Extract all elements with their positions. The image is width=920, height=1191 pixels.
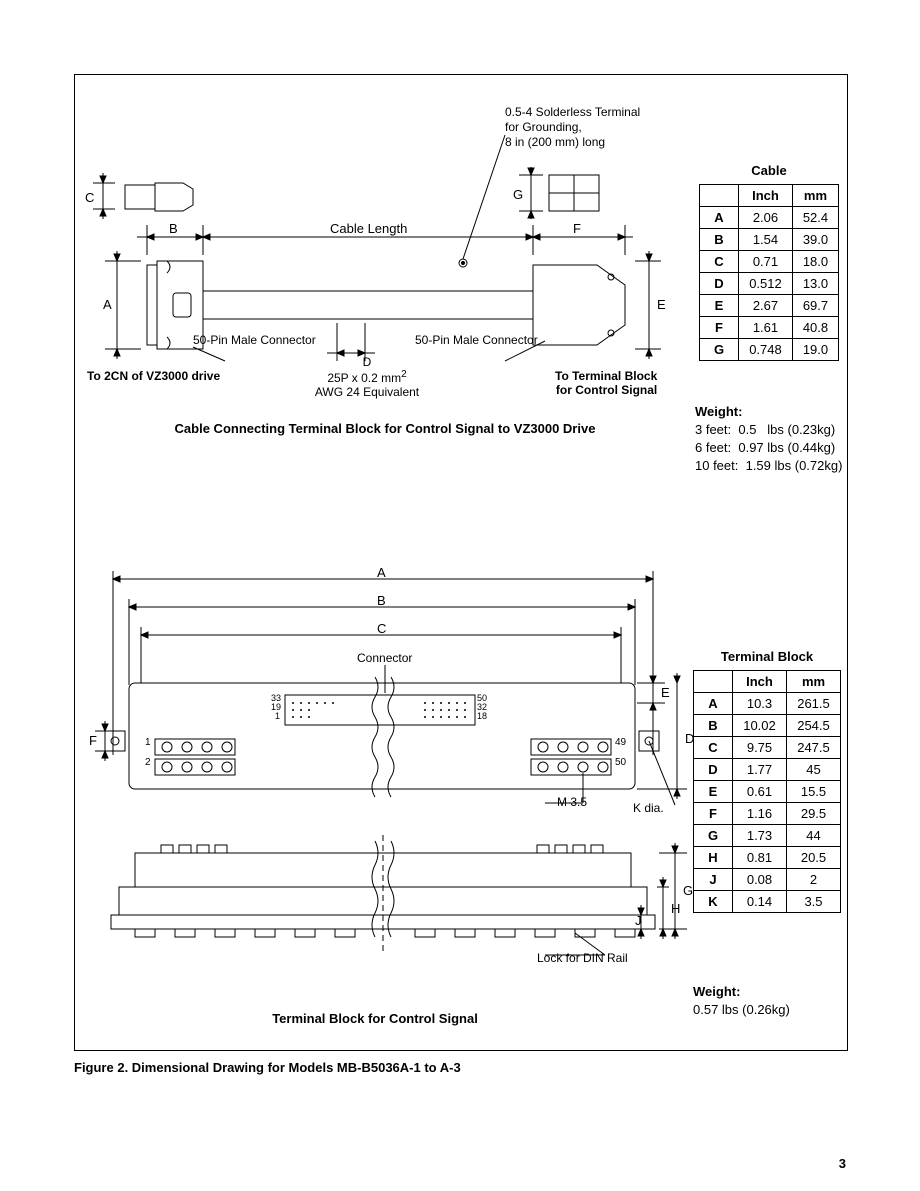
cable-table-title: Cable — [699, 163, 839, 178]
lbl-50pin-left: 50-Pin Male Connector — [193, 333, 316, 347]
dim-A: A — [103, 297, 112, 312]
dim-F: F — [573, 221, 581, 236]
lbl-to-tb: To Terminal Block for Control Signal — [555, 369, 657, 397]
figure-caption: Figure 2. Dimensional Drawing for Models… — [74, 1060, 461, 1075]
lbl-to-2cn: To 2CN of VZ3000 drive — [87, 369, 220, 383]
tb-table: Inchmm A10.3261.5B10.02254.5C9.75247.5D1… — [693, 670, 841, 913]
dim2-J: J — [635, 913, 642, 928]
section1-title: Cable Connecting Terminal Block for Cont… — [145, 421, 625, 436]
term-1: 1 — [145, 737, 151, 748]
cable-spec-l1: 25P x 0.2 mm2 — [307, 369, 427, 385]
dim-B: B — [169, 221, 178, 236]
solderless-l1: 0.5-4 Solderless Terminal — [505, 105, 640, 120]
pin-18: 18 — [477, 711, 487, 721]
tb-table-block: Terminal Block Inchmm A10.3261.5B10.0225… — [693, 649, 841, 913]
cable-weight: Weight: 3 feet: 0.5 lbs (0.23kg) 6 feet:… — [695, 403, 842, 475]
solderless-l3: 8 in (200 mm) long — [505, 135, 640, 150]
dim2-G: G — [683, 883, 693, 898]
term-2: 2 — [145, 757, 151, 768]
solderless-note: 0.5-4 Solderless Terminal for Grounding,… — [505, 105, 640, 150]
tb-weight: Weight: 0.57 lbs (0.26kg) — [693, 983, 790, 1019]
term-50: 50 — [615, 757, 626, 768]
dim2-B: B — [377, 593, 386, 608]
term-49: 49 — [615, 737, 626, 748]
cable-table-block: Cable Inchmm A2.0652.4B1.5439.0C0.7118.0… — [699, 163, 839, 361]
dim-C: C — [85, 190, 94, 205]
lbl-50pin-right: 50-Pin Male Connector — [415, 333, 538, 347]
dim2-F: F — [89, 733, 97, 748]
lbl-connector: Connector — [357, 651, 412, 665]
lbl-M35: M 3.5 — [557, 795, 587, 809]
pin-1: 1 — [275, 711, 280, 721]
page: 0.5-4 Solderless Terminal for Grounding,… — [0, 0, 920, 1191]
cable-table: Inchmm A2.0652.4B1.5439.0C0.7118.0D0.512… — [699, 184, 839, 361]
dim-cable-length: Cable Length — [330, 221, 407, 236]
cable-weight-title: Weight: — [695, 403, 842, 421]
dim2-A: A — [377, 565, 386, 580]
lbl-lock: Lock for DIN Rail — [537, 951, 628, 965]
tb-weight-title: Weight: — [693, 983, 790, 1001]
tb-table-title: Terminal Block — [693, 649, 841, 664]
dim2-E: E — [661, 685, 670, 700]
page-number: 3 — [839, 1156, 846, 1171]
dim2-C: C — [377, 621, 386, 636]
page-frame: 0.5-4 Solderless Terminal for Grounding,… — [74, 74, 848, 1051]
dim-G: G — [513, 187, 523, 202]
section2-title: Terminal Block for Control Signal — [225, 1011, 525, 1026]
dim-E: E — [657, 297, 666, 312]
dim-D: D — [307, 355, 427, 369]
solderless-l2: for Grounding, — [505, 120, 640, 135]
dim-D-block: D 25P x 0.2 mm2 AWG 24 Equivalent — [307, 355, 427, 399]
cable-spec-l2: AWG 24 Equivalent — [307, 385, 427, 399]
dim2-Kdia: K dia. — [633, 801, 664, 815]
dim2-H: H — [671, 901, 680, 916]
